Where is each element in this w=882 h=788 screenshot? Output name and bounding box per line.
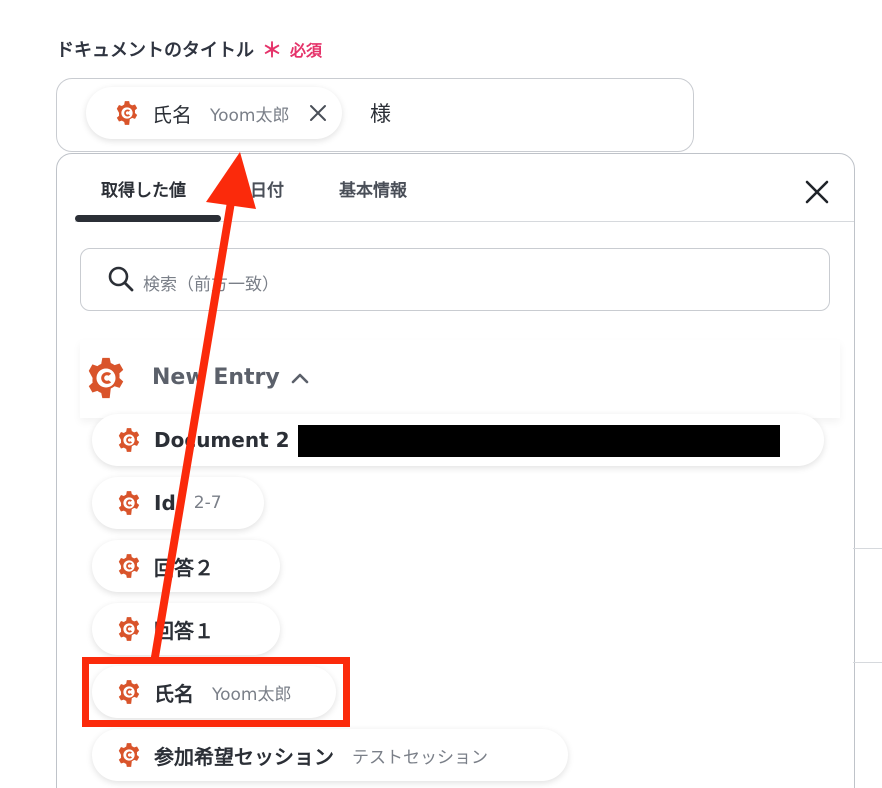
app-gear-icon bbox=[118, 491, 140, 515]
redacted-value bbox=[298, 425, 780, 457]
list-item-session[interactable]: 参加希望セッション テストセッション bbox=[92, 729, 568, 781]
title-suffix-text: 様 bbox=[370, 102, 391, 126]
chip-name: 氏名 bbox=[152, 102, 192, 127]
close-icon[interactable] bbox=[804, 179, 830, 205]
search-placeholder: 検索（前方一致） bbox=[143, 275, 279, 295]
list-item-answer-2[interactable]: 回答２ bbox=[92, 540, 280, 592]
search-icon bbox=[108, 266, 134, 292]
group-title: New Entry bbox=[152, 365, 280, 390]
app-gear-icon bbox=[118, 617, 140, 641]
input-variable-chip[interactable]: 氏名 Yoom太郎 bbox=[86, 87, 342, 139]
app-gear-icon bbox=[118, 743, 140, 767]
tab-date[interactable]: 日付 bbox=[250, 176, 284, 201]
background-divider bbox=[853, 662, 882, 663]
chevron-up-icon[interactable] bbox=[290, 370, 310, 386]
item-name: 回答２ bbox=[154, 555, 214, 580]
list-item-answer-1[interactable]: 回答１ bbox=[92, 603, 280, 655]
item-value: テストセッション bbox=[352, 747, 488, 768]
field-label: ドキュメントのタイトル ＊ 必須 bbox=[56, 34, 322, 63]
item-name: Id bbox=[154, 491, 176, 515]
field-label-text: ドキュメントのタイトル bbox=[56, 39, 254, 61]
tab-basic-info[interactable]: 基本情報 bbox=[339, 176, 407, 201]
app-gear-icon bbox=[118, 428, 140, 452]
chip-remove-icon[interactable] bbox=[308, 103, 328, 123]
item-name: 回答１ bbox=[154, 618, 214, 643]
app-gear-icon bbox=[88, 357, 124, 399]
active-tab-indicator bbox=[75, 215, 221, 222]
list-item-id[interactable]: Id 2-7 bbox=[92, 477, 264, 529]
annotation-highlight-box bbox=[82, 657, 350, 727]
item-name: Document 2 bbox=[154, 428, 290, 452]
app-gear-icon bbox=[118, 554, 140, 578]
tab-retrieved-values[interactable]: 取得した値 bbox=[101, 176, 186, 201]
item-name: 参加希望セッション bbox=[154, 744, 334, 769]
required-text: 必須 bbox=[290, 40, 323, 60]
item-value: 2-7 bbox=[193, 493, 222, 513]
required-mark: ＊ bbox=[262, 38, 282, 62]
chip-value: Yoom太郎 bbox=[210, 105, 290, 126]
app-gear-icon bbox=[116, 101, 138, 125]
background-divider bbox=[853, 548, 882, 549]
